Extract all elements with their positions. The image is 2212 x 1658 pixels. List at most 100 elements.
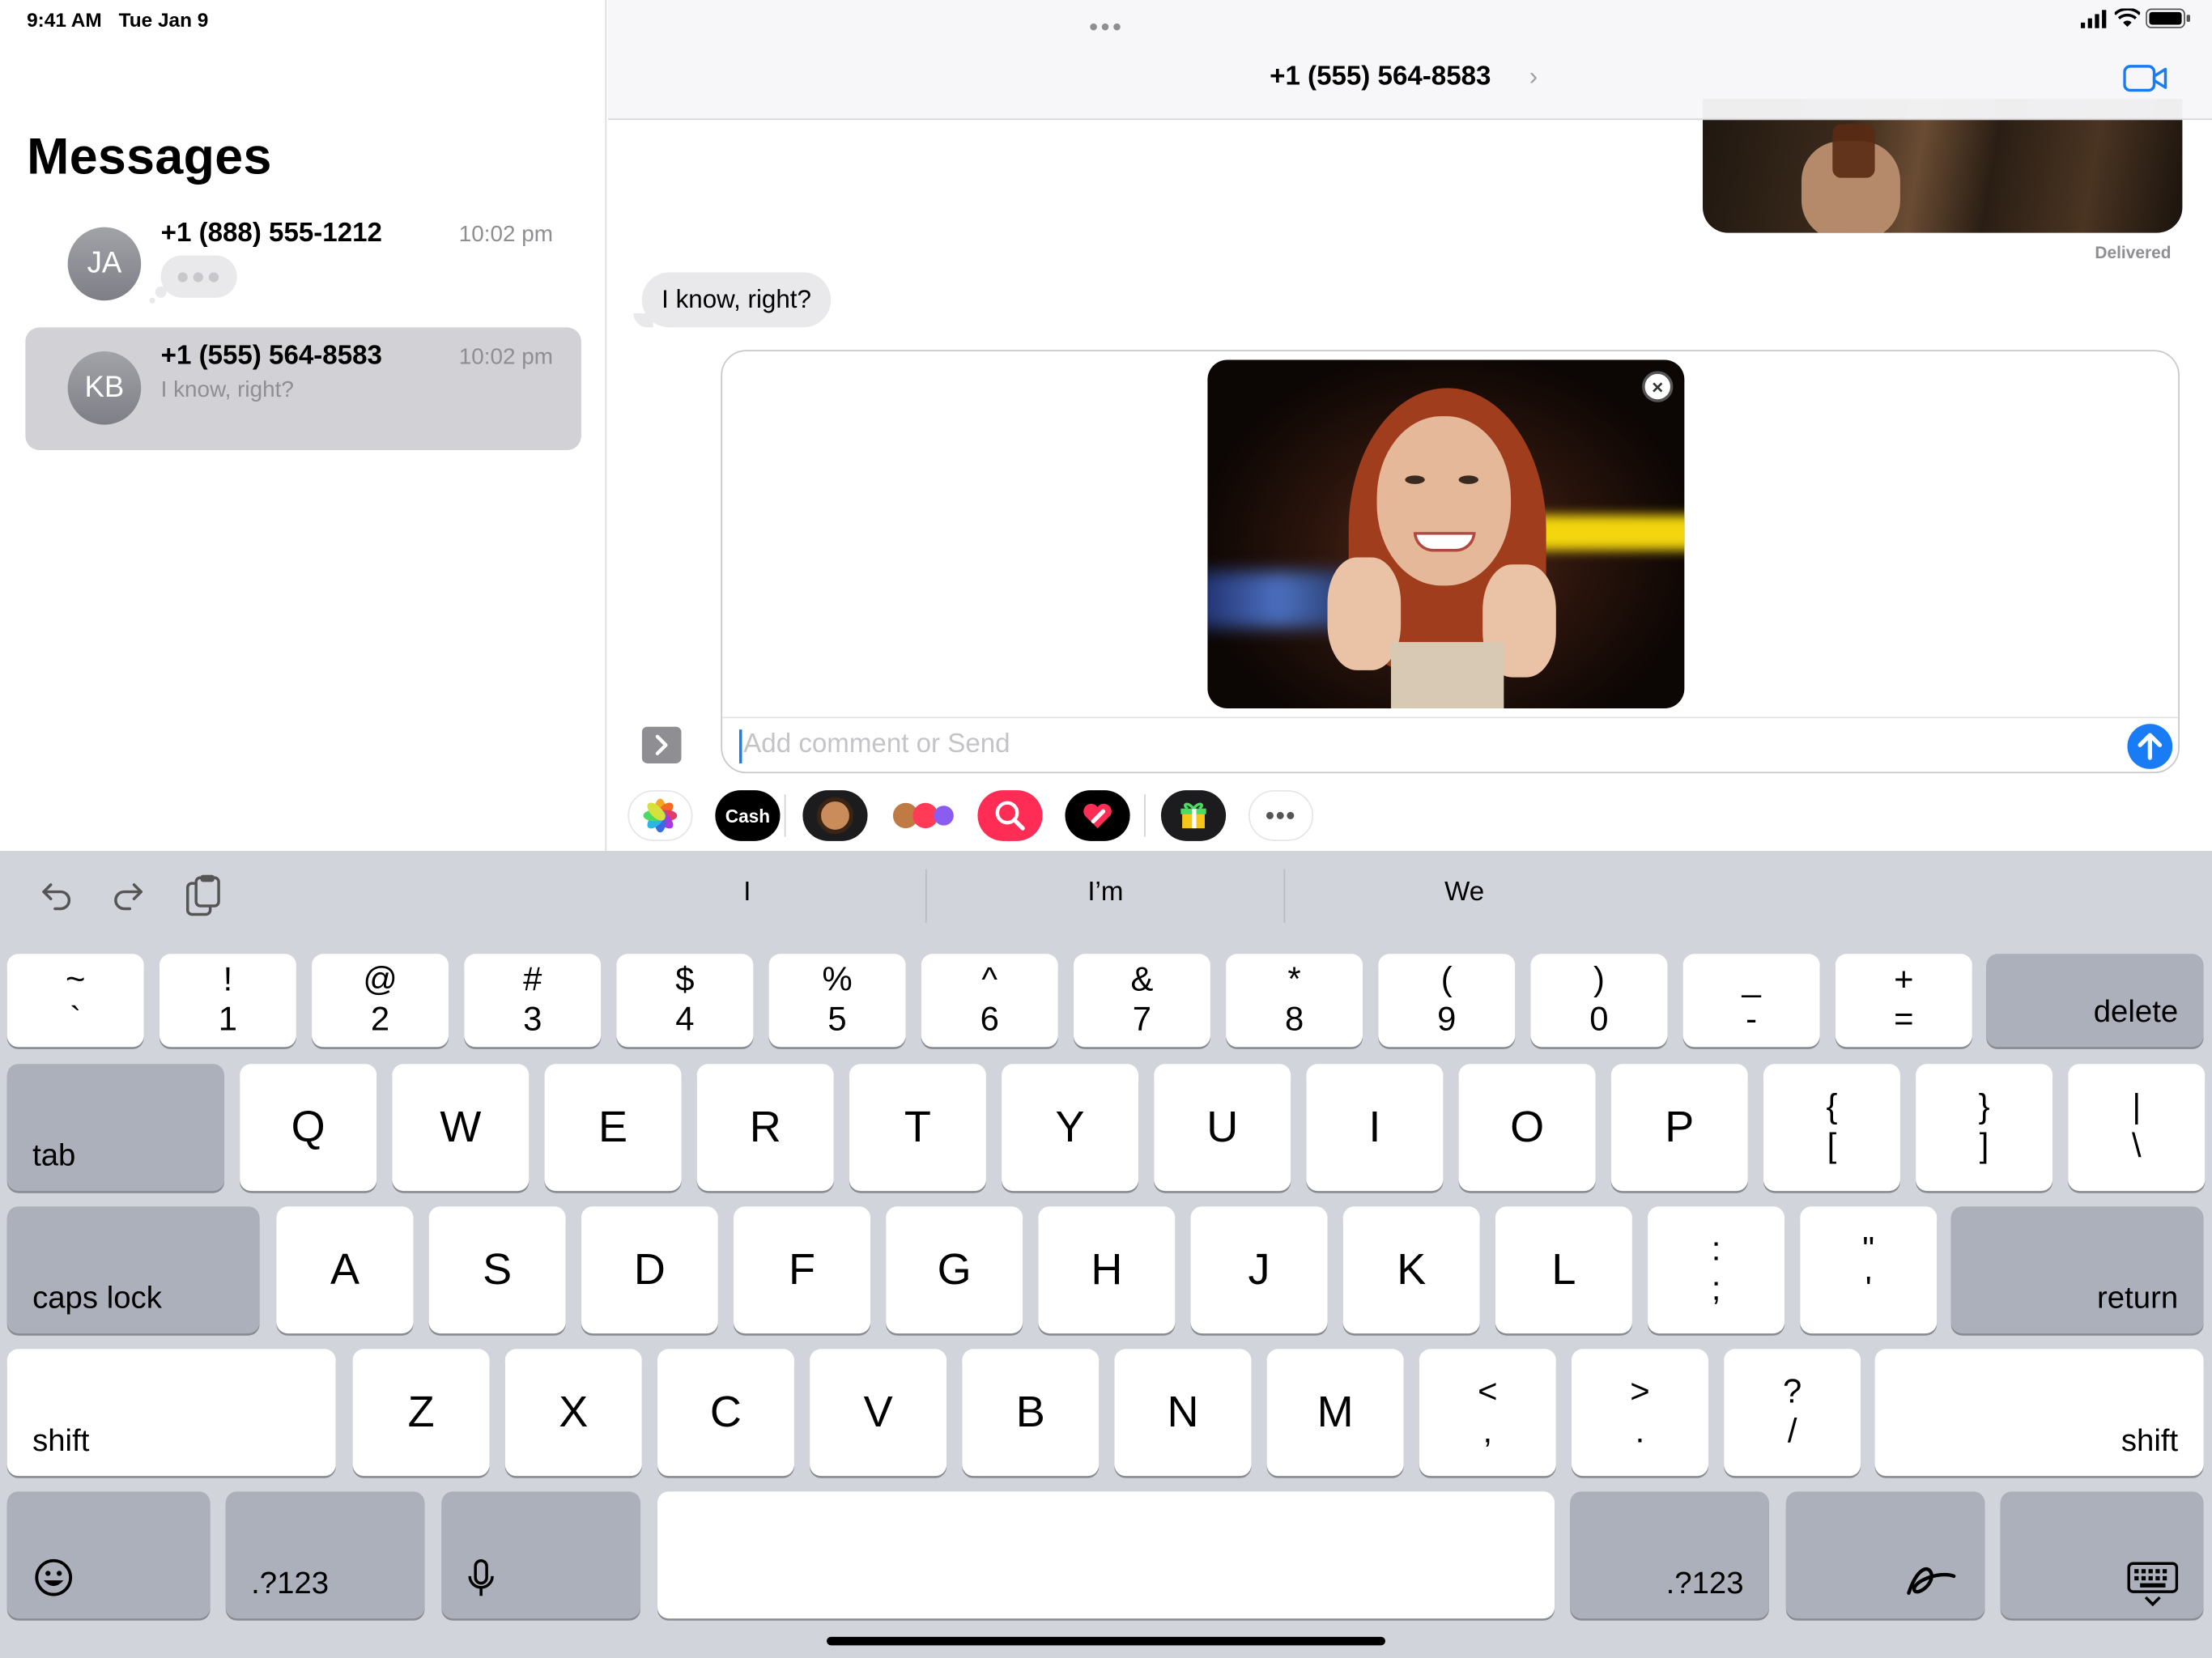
key-c[interactable]: C xyxy=(657,1349,794,1477)
hide-keyboard-key[interactable] xyxy=(2000,1491,2204,1619)
gif-attachment[interactable]: × xyxy=(1207,359,1685,708)
home-indicator[interactable] xyxy=(827,1636,1385,1646)
key-k[interactable]: K xyxy=(1342,1206,1480,1334)
key-u[interactable]: U xyxy=(1154,1064,1291,1192)
key-label: F xyxy=(789,1244,816,1295)
wifi-icon xyxy=(2114,8,2141,28)
key-e[interactable]: E xyxy=(544,1064,682,1192)
key-n[interactable]: N xyxy=(1114,1349,1252,1477)
key-j[interactable]: J xyxy=(1190,1206,1328,1334)
image-search-icon[interactable] xyxy=(977,790,1043,841)
key-q[interactable]: Q xyxy=(240,1064,377,1192)
key-b[interactable]: B xyxy=(962,1349,1100,1477)
key-m[interactable]: M xyxy=(1266,1349,1404,1477)
key-8[interactable]: * 8 xyxy=(1226,954,1363,1048)
ipad-screen: 9:41 AM Tue Jan 9 Messages JA +1 (888) 55… xyxy=(0,0,2212,1658)
key-9[interactable]: (9 xyxy=(1378,954,1516,1048)
key-sym[interactable]: ? / xyxy=(1724,1349,1861,1477)
gift-icon[interactable] xyxy=(1160,790,1227,841)
prediction-item[interactable]: I xyxy=(743,878,751,908)
shift-right-key[interactable]: shift xyxy=(1874,1349,2204,1477)
key-sym[interactable]: >. xyxy=(1571,1349,1708,1477)
caps-lock-key[interactable]: caps lock xyxy=(6,1206,260,1334)
key--[interactable]: _ - xyxy=(1682,954,1820,1048)
key-label: L xyxy=(1551,1244,1576,1295)
key-d[interactable]: D xyxy=(581,1206,718,1334)
delete-key[interactable]: delete xyxy=(1986,954,2204,1048)
redo-icon[interactable] xyxy=(110,878,147,914)
key-f[interactable]: F xyxy=(734,1206,871,1334)
key-w[interactable]: W xyxy=(392,1064,530,1192)
key-sym[interactable]: <, xyxy=(1419,1349,1556,1477)
key-t[interactable]: T xyxy=(849,1064,986,1192)
key-label: Y xyxy=(1055,1102,1085,1152)
key-sym[interactable]: " ' xyxy=(1800,1206,1938,1334)
numbers-key-right[interactable]: .?123 xyxy=(1570,1491,1769,1619)
key-r[interactable]: R xyxy=(696,1064,834,1192)
return-key[interactable]: return xyxy=(1950,1206,2204,1334)
key-sym[interactable]: {[ xyxy=(1763,1064,1900,1192)
facetime-video-icon[interactable] xyxy=(2123,63,2168,94)
key-6[interactable]: ^ 6 xyxy=(921,954,1058,1048)
conversation-item-selected[interactable]: KB +1 (555) 564-8583 10:02 pm I know, ri… xyxy=(25,327,581,451)
undo-icon[interactable] xyxy=(38,878,74,914)
key-7[interactable]: & 7 xyxy=(1073,954,1210,1048)
key-o[interactable]: O xyxy=(1458,1064,1596,1192)
key-sym[interactable]: :; xyxy=(1648,1206,1785,1334)
conversation-item[interactable]: JA +1 (888) 555-1212 10:02 pm xyxy=(25,205,581,328)
key-y[interactable]: Y xyxy=(1002,1064,1139,1192)
key-4[interactable]: $4 xyxy=(616,954,754,1048)
key-l[interactable]: L xyxy=(1495,1206,1632,1334)
key-v[interactable]: V xyxy=(810,1349,947,1477)
tab-key[interactable]: tab xyxy=(6,1064,225,1192)
remove-attachment-close-icon[interactable]: × xyxy=(1642,371,1674,402)
key-label: #3 xyxy=(523,960,542,1039)
key-g[interactable]: G xyxy=(886,1206,1023,1334)
key-5[interactable]: % 5 xyxy=(768,954,906,1048)
scribble-key[interactable] xyxy=(1785,1491,1985,1619)
key-z[interactable]: Z xyxy=(352,1349,490,1477)
key-i[interactable]: I xyxy=(1306,1064,1444,1192)
prediction-item[interactable]: We xyxy=(1444,878,1484,908)
key-x[interactable]: X xyxy=(504,1349,642,1477)
key-label: " ' xyxy=(1862,1230,1875,1308)
contact-title[interactable]: +1 (555) 564-8583 xyxy=(1270,62,1491,93)
key-sym[interactable]: | \ xyxy=(2068,1064,2206,1192)
key-label: (9 xyxy=(1437,960,1457,1039)
key-label: ! 1 xyxy=(218,960,238,1039)
key-3[interactable]: #3 xyxy=(464,954,602,1048)
numbers-key-left[interactable]: .?123 xyxy=(225,1491,425,1619)
key-2[interactable]: @2 xyxy=(312,954,449,1048)
apple-cash-icon[interactable]: Cash xyxy=(715,790,781,841)
key-1[interactable]: ! 1 xyxy=(159,954,296,1048)
more-apps-icon[interactable]: ••• xyxy=(1248,790,1314,841)
key-h[interactable]: H xyxy=(1038,1206,1176,1334)
key-label: M xyxy=(1317,1387,1354,1437)
key-s[interactable]: S xyxy=(428,1206,566,1334)
emoji-key[interactable] xyxy=(6,1491,211,1619)
digital-touch-icon[interactable] xyxy=(1065,790,1130,841)
space-bar[interactable] xyxy=(657,1491,1555,1619)
composer-input[interactable]: Add comment or Send xyxy=(743,729,1010,760)
prediction-item[interactable]: I’m xyxy=(1087,878,1123,908)
multitasking-dots-icon[interactable]: ••• xyxy=(1089,13,1124,43)
animoji-stickers-icon[interactable] xyxy=(890,790,955,841)
send-arrow-icon[interactable] xyxy=(2127,724,2173,769)
key-sym[interactable]: }] xyxy=(1916,1064,2053,1192)
key-p[interactable]: P xyxy=(1610,1064,1748,1192)
incoming-message-bubble[interactable]: I know, right? xyxy=(641,272,832,328)
key-a[interactable]: A xyxy=(276,1206,414,1334)
dictation-key[interactable] xyxy=(441,1491,641,1619)
memoji-icon[interactable] xyxy=(802,790,868,841)
message-composer[interactable]: × Add comment or Send xyxy=(721,350,2180,774)
paste-clipboard-icon[interactable] xyxy=(185,874,221,917)
photos-icon[interactable] xyxy=(627,790,693,841)
expand-apps-chevron-icon[interactable] xyxy=(641,726,682,763)
delivered-status: Delivered xyxy=(2095,242,2172,263)
key-label: ^ 6 xyxy=(980,960,999,1039)
chevron-right-icon[interactable]: › xyxy=(1529,62,1538,92)
key-=[interactable]: + = xyxy=(1835,954,1972,1048)
key-0[interactable]: ) 0 xyxy=(1530,954,1668,1048)
key-`[interactable]: ~ ` xyxy=(6,954,144,1048)
shift-left-key[interactable]: shift xyxy=(6,1349,336,1477)
